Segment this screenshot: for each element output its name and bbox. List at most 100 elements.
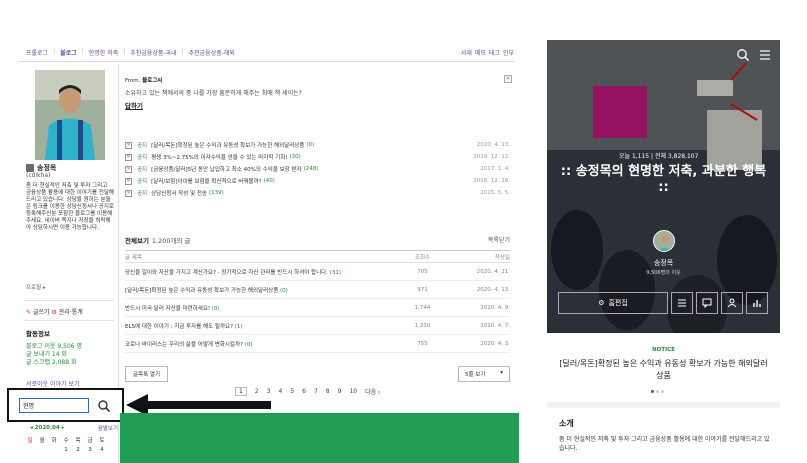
notice-title[interactable]: 평생 3%~2.75%의 이자수익을 얻을 수 있는 마지막 기회! xyxy=(151,153,287,161)
post-list-footer: 글목록 열기 5줄 보기 ▾ xyxy=(125,366,510,382)
intro-title: 소개 xyxy=(559,419,574,428)
notice-row[interactable]: ✕ 공지 상담신청서 작성 및 전송 (139) 2015. 5. 5. xyxy=(125,187,510,199)
mobile-hero: 오늘 1,115 | 전체 3,828,107 :: 송정목의 현명한 저축, … xyxy=(547,40,780,333)
section-divider xyxy=(547,402,780,408)
nav-link-guestbook[interactable]: 안부 xyxy=(503,48,514,57)
manage-button[interactable]: 관리·통계 xyxy=(59,309,83,316)
profile-link[interactable]: 프로필 ▸ xyxy=(26,283,46,291)
table-row[interactable]: [달러/목돈]확정된 높은 수익과 유동성 확보가 가능한 해외달러상품 (0)… xyxy=(125,281,510,299)
stat-scraps: 글 스크랩 2,088 회 xyxy=(26,359,77,366)
neighbor-button[interactable] xyxy=(721,292,743,314)
nav-link-library[interactable]: 서재 xyxy=(461,48,472,57)
checkbox-icon[interactable]: ✕ xyxy=(125,141,132,149)
carousel-dot[interactable] xyxy=(661,390,664,393)
page-link[interactable]: 8 xyxy=(326,388,330,395)
sidebar-divider xyxy=(24,320,114,321)
search-icon[interactable] xyxy=(97,399,111,413)
sidebar-search-box xyxy=(7,388,124,422)
checkbox-icon[interactable]: ✕ xyxy=(125,165,132,173)
table-row[interactable]: 코로나 바이러스는 우리의 삶을 어떻게 변화시킬까? (0) 755 2020… xyxy=(125,335,510,353)
post-list-close-button[interactable]: 목록닫기 xyxy=(488,235,510,245)
profile-user-id: (cdikha) xyxy=(26,172,51,179)
post-title[interactable]: 당신을 일이와 자산을 가지고 계신가요? - 장기적으로 자산 관리를 반드시… xyxy=(125,270,328,276)
checkbox-icon[interactable]: ✕ xyxy=(125,177,132,185)
post-list-count: 1,200개의 글 xyxy=(151,237,191,245)
calendar-widget: ◂ 2020.04 ▸ 월별보기 일 월 화 수 목 금 토 1 2 3 4 xyxy=(18,424,118,453)
checkbox-icon[interactable]: ✕ xyxy=(125,153,132,161)
hero-action-bar: ⚙ 홈편집 xyxy=(558,292,768,314)
question-from: From. 블로그씨 xyxy=(125,78,163,84)
post-title[interactable]: ELS에 대한 이야기 : 지금 투자를 해도 될까요? xyxy=(125,324,233,330)
notice-title[interactable]: [달러/보험]아이를 보험을 확신적으로 바꿔볼까? xyxy=(151,177,261,185)
nav-link-tag[interactable]: 태그 xyxy=(489,48,500,57)
open-list-button[interactable]: 글목록 열기 xyxy=(125,366,169,382)
write-button[interactable]: 글쓰기 xyxy=(33,309,50,316)
blog-title: :: 송정목의 현명한 저축, 과분한 행복 :: xyxy=(560,164,767,195)
table-row[interactable]: 반드시 미국 달러 자산을 마련하세요! (0) 1,744 2020. 4. … xyxy=(125,299,510,317)
neighbor-link[interactable]: 서로이웃 이야기 보기 xyxy=(26,379,80,388)
notice-title[interactable]: 상담신청서 작성 및 전송 xyxy=(151,189,207,197)
post-title[interactable]: 반드시 미국 달러 자산을 마련하세요! xyxy=(125,306,210,312)
notice-row[interactable]: ✕ 공지 [달러/목돈]확정된 높은 수익과 유동성 확보가 가능한 해외달러상… xyxy=(125,139,510,151)
page-link[interactable]: 2 xyxy=(255,388,259,395)
question-message: 소유하고 있는 책에서의 중 나를 가장 흥분하게 해주는 최애 책 세이는? xyxy=(125,90,302,97)
post-title[interactable]: 코로나 바이러스는 우리의 삶을 어떻게 변화시킬까? xyxy=(125,342,243,348)
table-row[interactable]: 당신을 일이와 자산을 가지고 계신가요? - 장기적으로 자산 관리를 반드시… xyxy=(125,263,510,281)
notice-row[interactable]: ✕ 공지 [달러/보험]아이를 보험을 확신적으로 바꿔볼까? (40) 201… xyxy=(125,175,510,187)
people-icon xyxy=(727,298,737,308)
page-link[interactable]: 5 xyxy=(290,388,294,395)
stats-button[interactable] xyxy=(746,292,768,314)
checkbox-icon[interactable]: ✕ xyxy=(125,189,132,197)
gear-icon: ⚙ xyxy=(598,299,605,307)
pagination: 1 2 3 4 5 6 7 8 9 10 다음 › xyxy=(235,387,380,396)
nav-item-prologue[interactable]: 프롤로그 xyxy=(26,48,48,57)
page-link[interactable]: 3 xyxy=(267,388,271,395)
close-icon[interactable]: × xyxy=(504,75,512,83)
notice-label: NOTICE xyxy=(652,347,675,353)
notice-row[interactable]: ✕ 공지 평생 3%~2.75%의 이자수익을 얻을 수 있는 마지막 기회! … xyxy=(125,151,510,163)
page-link[interactable]: 6 xyxy=(302,388,306,395)
calendar-month[interactable]: ◂ 2020.04 ▸ xyxy=(30,425,64,431)
next-page-link[interactable]: 다음 › xyxy=(365,387,380,396)
nav-item-category-1[interactable]: 한명한 저축 xyxy=(89,48,119,57)
page-link[interactable]: 7 xyxy=(314,388,318,395)
nav-link-memo[interactable]: 메모 xyxy=(475,48,486,57)
stat-neighbors[interactable]: 블로그 이웃 9,506 명 xyxy=(26,343,82,351)
profile-photo[interactable] xyxy=(35,70,105,160)
carousel-dot[interactable] xyxy=(656,390,659,393)
nav-item-category-3[interactable]: 추천금융상품-해외 xyxy=(189,48,235,57)
blogger-name: 송정목 xyxy=(653,259,674,267)
table-row[interactable]: ELS에 대한 이야기 : 지금 투자를 해도 될까요? (1) 1,330 2… xyxy=(125,317,510,335)
notice-row[interactable]: ✕ 공지 [금융상품/달러]5년 동안 납입하고 최소 40%의 수익을 보장 … xyxy=(125,163,510,175)
notice-title[interactable]: [달러/목돈]확정된 높은 수익과 유동성 확보가 가능한 해외달러상품 xyxy=(151,141,304,149)
neighbor-count: 9,506명의 이웃 xyxy=(646,270,681,276)
gear-icon: ⚙ xyxy=(51,309,57,316)
footer-banner xyxy=(120,413,519,463)
notice-headline[interactable]: [달러/목돈]확정된 높은 수익과 유동성 확보가 가능한 해외달러상품 xyxy=(557,358,770,382)
post-table-header: 글 제목 조회수 작성일 xyxy=(125,250,510,263)
search-input[interactable] xyxy=(19,398,89,413)
message-button[interactable] xyxy=(696,292,718,314)
nav-divider xyxy=(18,61,515,62)
post-title[interactable]: [달러/목돈]확정된 높은 수익과 유동성 확보가 가능한 해외달러상품 xyxy=(125,288,278,294)
avatar[interactable] xyxy=(653,230,675,252)
per-page-select[interactable]: 5줄 보기 ▾ xyxy=(458,366,510,382)
answer-link[interactable]: 답하기 xyxy=(125,100,143,110)
stat-sends: 글 보내기 14 회 xyxy=(26,351,67,358)
calendar-all-link[interactable]: 월별보기 xyxy=(98,424,118,432)
page-link[interactable]: 10 xyxy=(349,388,357,395)
home-edit-button[interactable]: ⚙ 홈편집 xyxy=(558,292,668,314)
page-link[interactable]: 4 xyxy=(278,388,282,395)
nav-item-category-2[interactable]: 추천금융상품-국내 xyxy=(130,48,176,57)
carousel-dot[interactable] xyxy=(651,390,654,393)
menu-icon[interactable] xyxy=(759,49,771,61)
profile-photo-graphic xyxy=(35,70,105,160)
search-icon[interactable] xyxy=(736,48,750,62)
notice-title[interactable]: [금융상품/달러]5년 동안 납입하고 최소 40%의 수익을 보장 받자 xyxy=(151,165,302,173)
page-link-current[interactable]: 1 xyxy=(235,387,247,396)
list-view-button[interactable] xyxy=(671,292,693,314)
profile-badge-icon xyxy=(26,164,34,172)
chevron-down-icon: ▾ xyxy=(500,370,503,376)
page-link[interactable]: 9 xyxy=(338,388,342,395)
nav-item-blog[interactable]: 블로그 xyxy=(60,48,77,57)
